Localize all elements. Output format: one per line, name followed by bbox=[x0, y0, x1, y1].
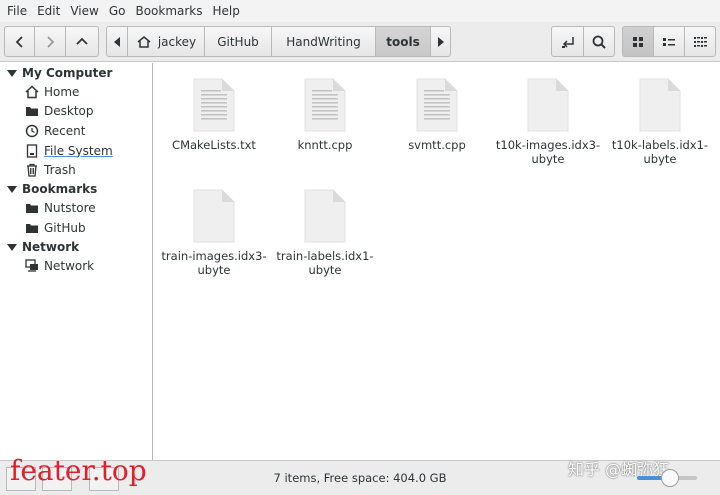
path-scroll-right[interactable] bbox=[430, 26, 451, 57]
compact-view-button[interactable] bbox=[684, 26, 716, 57]
network-icon bbox=[24, 258, 40, 274]
up-button[interactable] bbox=[65, 26, 99, 57]
file-name: svmtt.cpp bbox=[408, 138, 466, 152]
menu-file[interactable]: File bbox=[2, 0, 32, 22]
chevron-left-icon bbox=[15, 35, 23, 48]
path-label: HandWriting bbox=[286, 34, 361, 49]
sidebar-section-bookmarks[interactable]: Bookmarks bbox=[0, 180, 97, 198]
file-view[interactable]: CMakeLists.txt knntt.cpp svmtt.cpp t10k-… bbox=[154, 63, 720, 460]
file-item[interactable]: knntt.cpp bbox=[269, 78, 381, 152]
sidebar-item-trash[interactable]: Trash bbox=[24, 160, 76, 179]
path-jackey[interactable]: jackey bbox=[127, 26, 205, 57]
path-label: GitHub bbox=[217, 34, 259, 49]
sidebar-item-recent[interactable]: Recent bbox=[24, 121, 85, 140]
path-scroll-left[interactable] bbox=[106, 26, 128, 57]
location-entry-icon bbox=[561, 36, 574, 48]
menu-edit[interactable]: Edit bbox=[32, 0, 65, 22]
path-github[interactable]: GitHub bbox=[204, 26, 272, 57]
zoom-slider-knob[interactable] bbox=[661, 469, 679, 487]
home-icon bbox=[24, 84, 40, 100]
file-name: t10k-images.idx3- ubyte bbox=[495, 138, 601, 166]
path-tools[interactable]: tools bbox=[375, 26, 431, 57]
file-item[interactable]: t10k-images.idx3- ubyte bbox=[492, 78, 604, 166]
expander-icon bbox=[7, 185, 17, 193]
file-name: knntt.cpp bbox=[297, 138, 353, 152]
section-title: Network bbox=[22, 240, 80, 254]
forward-button[interactable] bbox=[34, 26, 66, 57]
section-title: My Computer bbox=[22, 66, 113, 80]
trash-icon bbox=[24, 162, 40, 178]
section-title: Bookmarks bbox=[22, 182, 98, 196]
drive-icon bbox=[24, 143, 40, 159]
binary-file-icon bbox=[304, 189, 346, 243]
toolbar: jackey GitHub HandWriting tools bbox=[0, 22, 720, 62]
home-icon bbox=[137, 35, 151, 48]
text-file-icon bbox=[193, 78, 235, 132]
expander-icon bbox=[7, 243, 17, 251]
compact-view-icon bbox=[694, 36, 707, 47]
binary-file-icon bbox=[193, 189, 235, 243]
path-handwriting[interactable]: HandWriting bbox=[271, 26, 376, 57]
menu-bar: File Edit View Go Bookmarks Help bbox=[0, 0, 720, 22]
sidebar-section-network[interactable]: Network bbox=[0, 238, 79, 256]
binary-file-icon bbox=[639, 78, 681, 132]
text-file-icon bbox=[416, 78, 458, 132]
folder-icon bbox=[24, 103, 40, 119]
chevron-up-icon bbox=[76, 37, 88, 45]
file-name: train-labels.idx1- ubyte bbox=[276, 249, 374, 277]
sidebar-item-file-system[interactable]: File System bbox=[24, 141, 113, 160]
grid-view-icon bbox=[633, 36, 643, 47]
sidebar-item-label: Recent bbox=[44, 123, 86, 138]
menu-help[interactable]: Help bbox=[208, 0, 245, 22]
file-name: train-images.idx3- ubyte bbox=[161, 249, 267, 277]
menu-bookmarks[interactable]: Bookmarks bbox=[130, 0, 207, 22]
back-button[interactable] bbox=[4, 26, 35, 57]
expander-icon bbox=[7, 69, 17, 77]
file-name: t10k-labels.idx1- ubyte bbox=[611, 138, 709, 166]
file-item[interactable]: CMakeLists.txt bbox=[158, 78, 270, 152]
sidebar-item-home[interactable]: Home bbox=[24, 82, 79, 101]
menu-view[interactable]: View bbox=[65, 0, 103, 22]
file-item[interactable]: svmtt.cpp bbox=[381, 78, 493, 152]
sidebar-item-nutstore[interactable]: Nutstore bbox=[24, 198, 96, 217]
icon-view-button[interactable] bbox=[622, 26, 654, 57]
triangle-left-icon bbox=[114, 36, 120, 47]
sidebar-item-label: Trash bbox=[44, 162, 76, 177]
menu-go[interactable]: Go bbox=[104, 0, 131, 22]
folder-icon bbox=[24, 220, 40, 236]
sidebar-item-label: File System bbox=[44, 143, 113, 158]
search-button[interactable] bbox=[583, 26, 615, 57]
sidebar-item-label: Nutstore bbox=[44, 200, 96, 215]
sidebar-item-github[interactable]: GitHub bbox=[24, 218, 86, 237]
list-view-button[interactable] bbox=[653, 26, 685, 57]
file-item[interactable]: train-labels.idx1- ubyte bbox=[269, 189, 381, 277]
sidebar-item-desktop[interactable]: Desktop bbox=[24, 101, 94, 120]
file-name: CMakeLists.txt bbox=[172, 138, 256, 152]
watermark-text: feater.top bbox=[10, 454, 147, 487]
clock-icon bbox=[24, 123, 40, 139]
list-view-icon bbox=[663, 37, 675, 46]
text-file-icon bbox=[304, 78, 346, 132]
chevron-right-icon bbox=[47, 35, 55, 48]
file-item[interactable]: train-images.idx3- ubyte bbox=[158, 189, 270, 277]
file-item[interactable]: t10k-labels.idx1- ubyte bbox=[604, 78, 716, 166]
sidebar-item-label: GitHub bbox=[44, 220, 86, 235]
folder-icon bbox=[24, 200, 40, 216]
sidebar-item-label: Home bbox=[44, 84, 80, 99]
path-label: jackey bbox=[157, 34, 197, 49]
sidebar-item-network[interactable]: Network bbox=[24, 256, 94, 275]
path-label: tools bbox=[386, 34, 420, 49]
triangle-right-icon bbox=[437, 36, 444, 47]
search-icon bbox=[592, 35, 606, 49]
binary-file-icon bbox=[527, 78, 569, 132]
sidebar-section-my-computer[interactable]: My Computer bbox=[0, 64, 112, 82]
location-toggle-button[interactable] bbox=[551, 26, 584, 57]
sidebar-item-label: Network bbox=[44, 258, 95, 273]
sidebar-item-label: Desktop bbox=[44, 103, 94, 118]
sidebar: My Computer Home Desktop Recent File Sys… bbox=[0, 63, 153, 460]
